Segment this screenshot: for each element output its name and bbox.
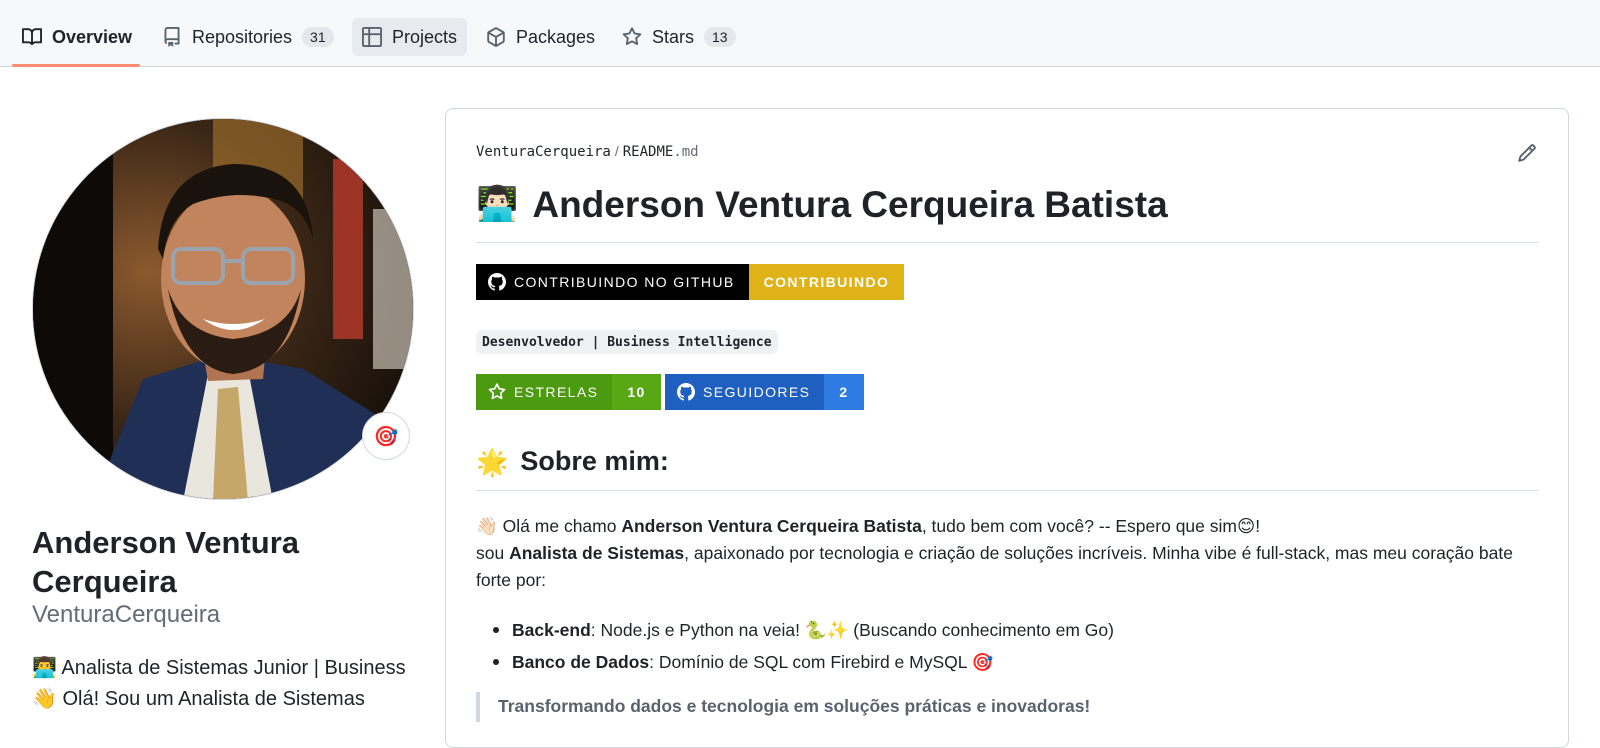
profile-fullname: Anderson Ventura Cerqueira (32, 525, 299, 599)
badge-left: ESTRELAS (476, 374, 613, 410)
badge-right-text: 10 (612, 374, 661, 410)
list-item: Back-end: Node.js e Python na veia! 🐍✨ (… (476, 614, 1540, 646)
tab-repositories[interactable]: Repositories 31 (152, 18, 344, 56)
repo-icon (162, 27, 182, 47)
tab-label: Packages (516, 26, 596, 47)
wave-icon: 👋 (32, 688, 57, 710)
readme-path-user[interactable]: VenturaCerqueira (476, 144, 611, 160)
path-separator: / (614, 143, 619, 159)
tab-label: Repositories (192, 26, 293, 47)
intro-text: Olá me chamo (502, 516, 622, 536)
avatar[interactable] (32, 118, 414, 500)
skill-text: : Node.js e Python na veia! (590, 620, 805, 640)
readme-path-ext: .md (673, 144, 699, 160)
smile-icon: 😊 (1236, 516, 1256, 536)
edit-readme-button[interactable] (1514, 140, 1540, 166)
intro-role: Analista de Sistemas (509, 543, 685, 563)
pencil-icon (1518, 144, 1536, 162)
badge-left-text: ESTRELAS (514, 384, 599, 400)
badge-left: SEGUIDORES (665, 374, 825, 410)
intro-paragraph: 👋🏻 Olá me chamo Anderson Ventura Cerquei… (476, 513, 1540, 594)
badge-right-text: 2 (824, 374, 864, 410)
github-icon (677, 383, 695, 401)
wave-icon: 👋🏻 (476, 516, 498, 536)
book-icon (22, 27, 42, 47)
skill-text: : Domínio de SQL com Firebird e MySQL (649, 652, 972, 672)
github-icon (488, 273, 506, 291)
stars-badge[interactable]: ESTRELAS 10 (476, 374, 661, 410)
contributing-badge[interactable]: CONTRIBUINDO NO GITHUB CONTRIBUINDO (476, 264, 905, 300)
profile-bio: 👨‍💻 Analista de Sistemas Junior | Busine… (32, 653, 422, 715)
skill-label: Banco de Dados (512, 652, 650, 672)
star-glow-icon: 🌟 (476, 447, 509, 477)
badge-left: CONTRIBUINDO NO GITHUB (476, 264, 749, 300)
bio-text: Olá! Sou um Analista de Sistemas (62, 688, 365, 710)
readme-title: 👨🏻‍💻 Anderson Ventura Cerqueira Batista (476, 184, 1538, 243)
blockquote: Transformando dados e tecnologia em solu… (476, 692, 1090, 722)
package-icon (486, 27, 506, 47)
selected-tab-indicator (12, 64, 140, 67)
bio-text: Analista de Sistemas Junior | Business (61, 657, 406, 679)
status-emoji-button[interactable]: 🎯 (362, 412, 410, 460)
skill-label: Back-end (512, 620, 591, 640)
avatar-photo (33, 119, 413, 499)
followers-badge[interactable]: SEGUIDORES 2 (665, 374, 864, 410)
list-item: Banco de Dados: Domínio de SQL com Fireb… (476, 646, 1540, 678)
repositories-count: 31 (302, 27, 334, 47)
skills-list: Back-end: Node.js e Python na veia! 🐍✨ (… (476, 614, 1540, 678)
target-icon: 🎯 (373, 425, 399, 448)
snake-sparkle-icon: 🐍✨ (804, 620, 849, 640)
table-icon (362, 27, 382, 47)
profile-tab-nav: Overview Repositories 31 Projects Packag… (0, 0, 1600, 67)
about-heading: 🌟 Sobre mim: (476, 446, 1538, 491)
technologist-icon: 👨‍💻 (32, 657, 57, 679)
readme-title-text: Anderson Ventura Cerqueira Batista (532, 184, 1168, 225)
tab-projects[interactable]: Projects (352, 18, 468, 56)
bio-line: 👋 Olá! Sou um Analista de Sistemas (32, 684, 422, 715)
about-heading-text: Sobre mim: (520, 446, 669, 476)
star-icon (488, 383, 506, 400)
intro-text: , tudo bem com você? -- Espero que sim (921, 516, 1237, 536)
intro-line-2: sou Analista de Sistemas, apaixonado por… (476, 540, 1540, 594)
bio-line: 👨‍💻 Analista de Sistemas Junior | Busine… (32, 653, 422, 684)
tab-label: Projects (392, 26, 458, 47)
technologist-icon: 👨🏻‍💻 (476, 185, 519, 223)
tab-label: Stars (652, 26, 695, 47)
intro-line-1: 👋🏻 Olá me chamo Anderson Ventura Cerquei… (476, 513, 1540, 540)
skill-text: (Buscando conhecimento em Go) (848, 620, 1114, 640)
intro-text: ! (1255, 516, 1261, 536)
badge-left-text: CONTRIBUINDO NO GITHUB (514, 274, 735, 290)
intro-name: Anderson Ventura Cerqueira Batista (621, 516, 922, 536)
readme-path-file[interactable]: README (623, 144, 674, 160)
tab-stars[interactable]: Stars 13 (612, 18, 746, 56)
tab-label: Overview (52, 26, 133, 47)
target-icon: 🎯 (971, 652, 994, 672)
intro-text: sou (476, 543, 510, 563)
star-icon (622, 27, 642, 47)
role-code-badge: Desenvolvedor | Business Intelligence (476, 330, 778, 354)
tab-packages[interactable]: Packages (476, 18, 605, 56)
stars-count: 13 (704, 27, 736, 47)
tab-overview[interactable]: Overview (12, 18, 142, 56)
badge-right-text: CONTRIBUINDO (748, 264, 905, 300)
profile-username: VenturaCerqueira (32, 601, 221, 628)
readme-path: VenturaCerqueira / README.md (476, 143, 699, 160)
badge-left-text: SEGUIDORES (703, 384, 811, 400)
